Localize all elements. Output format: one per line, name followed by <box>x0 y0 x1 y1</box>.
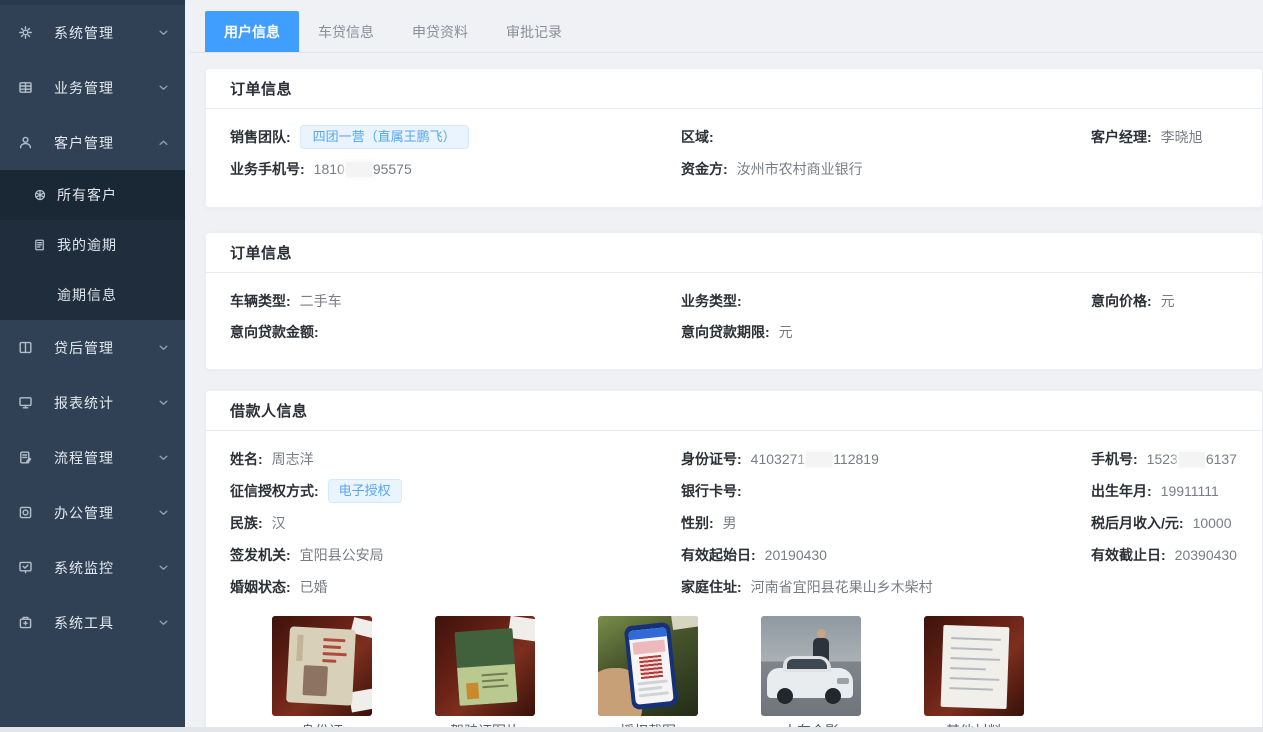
sidebar-item-label: 系统监控 <box>54 558 156 578</box>
field-valid-to: 有效截止日: 20390430 <box>1091 545 1262 565</box>
field-bank-card: 银行卡号: <box>681 481 1091 501</box>
field-birth: 出生年月: 19911111 <box>1091 481 1262 501</box>
field-issuer: 签发机关: 宜阳县公安局 <box>230 545 681 565</box>
wheel-icon <box>33 188 47 202</box>
sidebar-item-label: 所有客户 <box>57 185 117 205</box>
tab-car-loan-info[interactable]: 车贷信息 <box>299 11 393 52</box>
field-region: 区域: <box>681 127 1091 147</box>
id-card-photo-thumbnail[interactable] <box>272 616 372 716</box>
sidebar-item-post-loan[interactable]: 贷后管理 <box>0 320 185 375</box>
chevron-up-icon <box>156 135 171 150</box>
sidebar-item-reports[interactable]: 报表统计 <box>0 375 185 430</box>
field-income: 税后月收入/元: 10000 <box>1091 513 1262 533</box>
field-funder: 资金方: 汝州市农村商业银行 <box>681 159 1091 179</box>
sidebar-item-label: 办公管理 <box>54 503 156 523</box>
sidebar-item-overdue-info[interactable]: 逾期信息 <box>0 270 185 320</box>
card-header: 订单信息 <box>206 233 1262 273</box>
notebook-icon <box>33 238 47 252</box>
book-icon <box>18 340 33 355</box>
monitor-check-icon <box>18 560 33 575</box>
card-title: 订单信息 <box>230 78 292 99</box>
sidebar-item-monitor[interactable]: 系统监控 <box>0 540 185 595</box>
toolbox-icon <box>18 615 33 630</box>
paper-document-photo-thumbnail[interactable] <box>924 616 1024 716</box>
phone-qr-screenshot-thumbnail[interactable] <box>598 616 698 716</box>
order-info-card-1: 订单信息 销售团队: 四团一营（直属王鹏飞） 区域: 客户经理: 李晓旭 <box>205 68 1263 208</box>
chevron-down-icon <box>156 560 171 575</box>
horizontal-scrollbar[interactable] <box>0 727 1263 732</box>
sidebar-item-system[interactable]: 系统管理 <box>0 5 185 60</box>
chevron-down-icon <box>156 505 171 520</box>
sidebar-item-all-customers[interactable]: 所有客户 <box>0 170 185 220</box>
monitor-icon <box>18 395 33 410</box>
sidebar-item-label: 流程管理 <box>54 448 156 468</box>
field-intent-loan-amount: 意向贷款金额: <box>230 322 681 342</box>
sidebar-item-label: 系统工具 <box>54 613 156 633</box>
field-ethnicity: 民族: 汉 <box>230 513 681 533</box>
sidebar-item-label: 逾期信息 <box>57 285 117 305</box>
gear-icon <box>18 25 33 40</box>
sidebar-item-my-overdue[interactable]: 我的逾期 <box>0 220 185 270</box>
redacted-digits <box>1179 452 1205 467</box>
sidebar-item-workflow[interactable]: 流程管理 <box>0 430 185 485</box>
field-mobile: 手机号: 15236137 <box>1091 449 1262 469</box>
grid-icon <box>18 80 33 95</box>
chevron-down-icon <box>156 340 171 355</box>
chevron-down-icon <box>156 25 171 40</box>
sidebar-item-label: 贷后管理 <box>54 338 156 358</box>
card-header: 借款人信息 <box>206 391 1262 431</box>
sidebar-item-customer[interactable]: 客户管理 <box>0 115 185 170</box>
card-header: 订单信息 <box>206 69 1262 109</box>
tab-loan-application-docs[interactable]: 申贷资料 <box>393 11 487 52</box>
field-id-number: 身份证号: 4103271112819 <box>681 449 1091 469</box>
field-home-address: 家庭住址: 河南省宜阳县花果山乡木柴村 <box>681 577 1091 597</box>
field-intent-loan-term: 意向贷款期限: 元 <box>681 322 1091 342</box>
sidebar-item-office[interactable]: 办公管理 <box>0 485 185 540</box>
field-business-phone: 业务手机号: 181095575 <box>230 159 681 179</box>
tab-user-info[interactable]: 用户信息 <box>205 11 299 52</box>
document-edit-icon <box>18 450 33 465</box>
card-title: 订单信息 <box>230 242 292 263</box>
sidebar-item-label: 系统管理 <box>54 23 156 43</box>
field-name: 姓名: 周志洋 <box>230 449 681 469</box>
sidebar-item-tools[interactable]: 系统工具 <box>0 595 185 650</box>
field-credit-auth: 征信授权方式: 电子授权 <box>230 479 681 503</box>
field-gender: 性别: 男 <box>681 513 1091 533</box>
tab-approval-records[interactable]: 审批记录 <box>487 11 581 52</box>
chevron-down-icon <box>156 615 171 630</box>
field-business-type: 业务类型: <box>681 291 1091 311</box>
field-intent-price: 意向价格: 元 <box>1091 291 1262 311</box>
field-marital-status: 婚姻状态: 已婚 <box>230 577 681 597</box>
detail-tabs: 用户信息 车贷信息 申贷资料 审批记录 <box>190 0 1263 53</box>
credit-auth-tag: 电子授权 <box>328 479 402 503</box>
chevron-down-icon <box>156 395 171 410</box>
field-account-manager: 客户经理: 李晓旭 <box>1091 127 1262 147</box>
sidebar-item-business[interactable]: 业务管理 <box>0 60 185 115</box>
chevron-down-icon <box>156 450 171 465</box>
sidebar-item-label: 业务管理 <box>54 78 156 98</box>
person-with-car-photo-thumbnail[interactable] <box>761 616 861 716</box>
redacted-digits <box>346 162 372 177</box>
sales-team-tag[interactable]: 四团一营（直属王鹏飞） <box>300 125 469 149</box>
chevron-down-icon <box>156 80 171 95</box>
field-vehicle-type: 车辆类型: 二手车 <box>230 291 681 311</box>
card-title: 借款人信息 <box>230 400 308 421</box>
field-sales-team: 销售团队: 四团一营（直属王鹏飞） <box>230 125 681 149</box>
order-info-card-2: 订单信息 车辆类型: 二手车 业务类型: 意向价格: 元 意向贷款金额 <box>205 232 1263 370</box>
document-photos: 身份证 驾驶证图片 <box>206 616 1262 732</box>
redacted-digits <box>806 452 832 467</box>
borrower-info-card: 借款人信息 姓名: 周志洋 身份证号: 4103271112819 手机号: 1… <box>205 390 1263 732</box>
green-booklet-photo-thumbnail[interactable] <box>435 616 535 716</box>
sidebar-item-label: 我的逾期 <box>57 235 117 255</box>
sidebar: 系统管理 业务管理 客户管理 所有客户 <box>0 0 185 727</box>
sidebar-item-label: 报表统计 <box>54 393 156 413</box>
user-icon <box>18 135 33 150</box>
sidebar-item-label: 客户管理 <box>54 133 156 153</box>
square-circle-icon <box>18 505 33 520</box>
sidebar-submenu-customer: 所有客户 我的逾期 逾期信息 <box>0 170 185 320</box>
main-content: 用户信息 车贷信息 申贷资料 审批记录 订单信息 销售团队: 四团一营（直属王鹏… <box>190 0 1263 732</box>
field-valid-from: 有效起始日: 20190430 <box>681 545 1091 565</box>
